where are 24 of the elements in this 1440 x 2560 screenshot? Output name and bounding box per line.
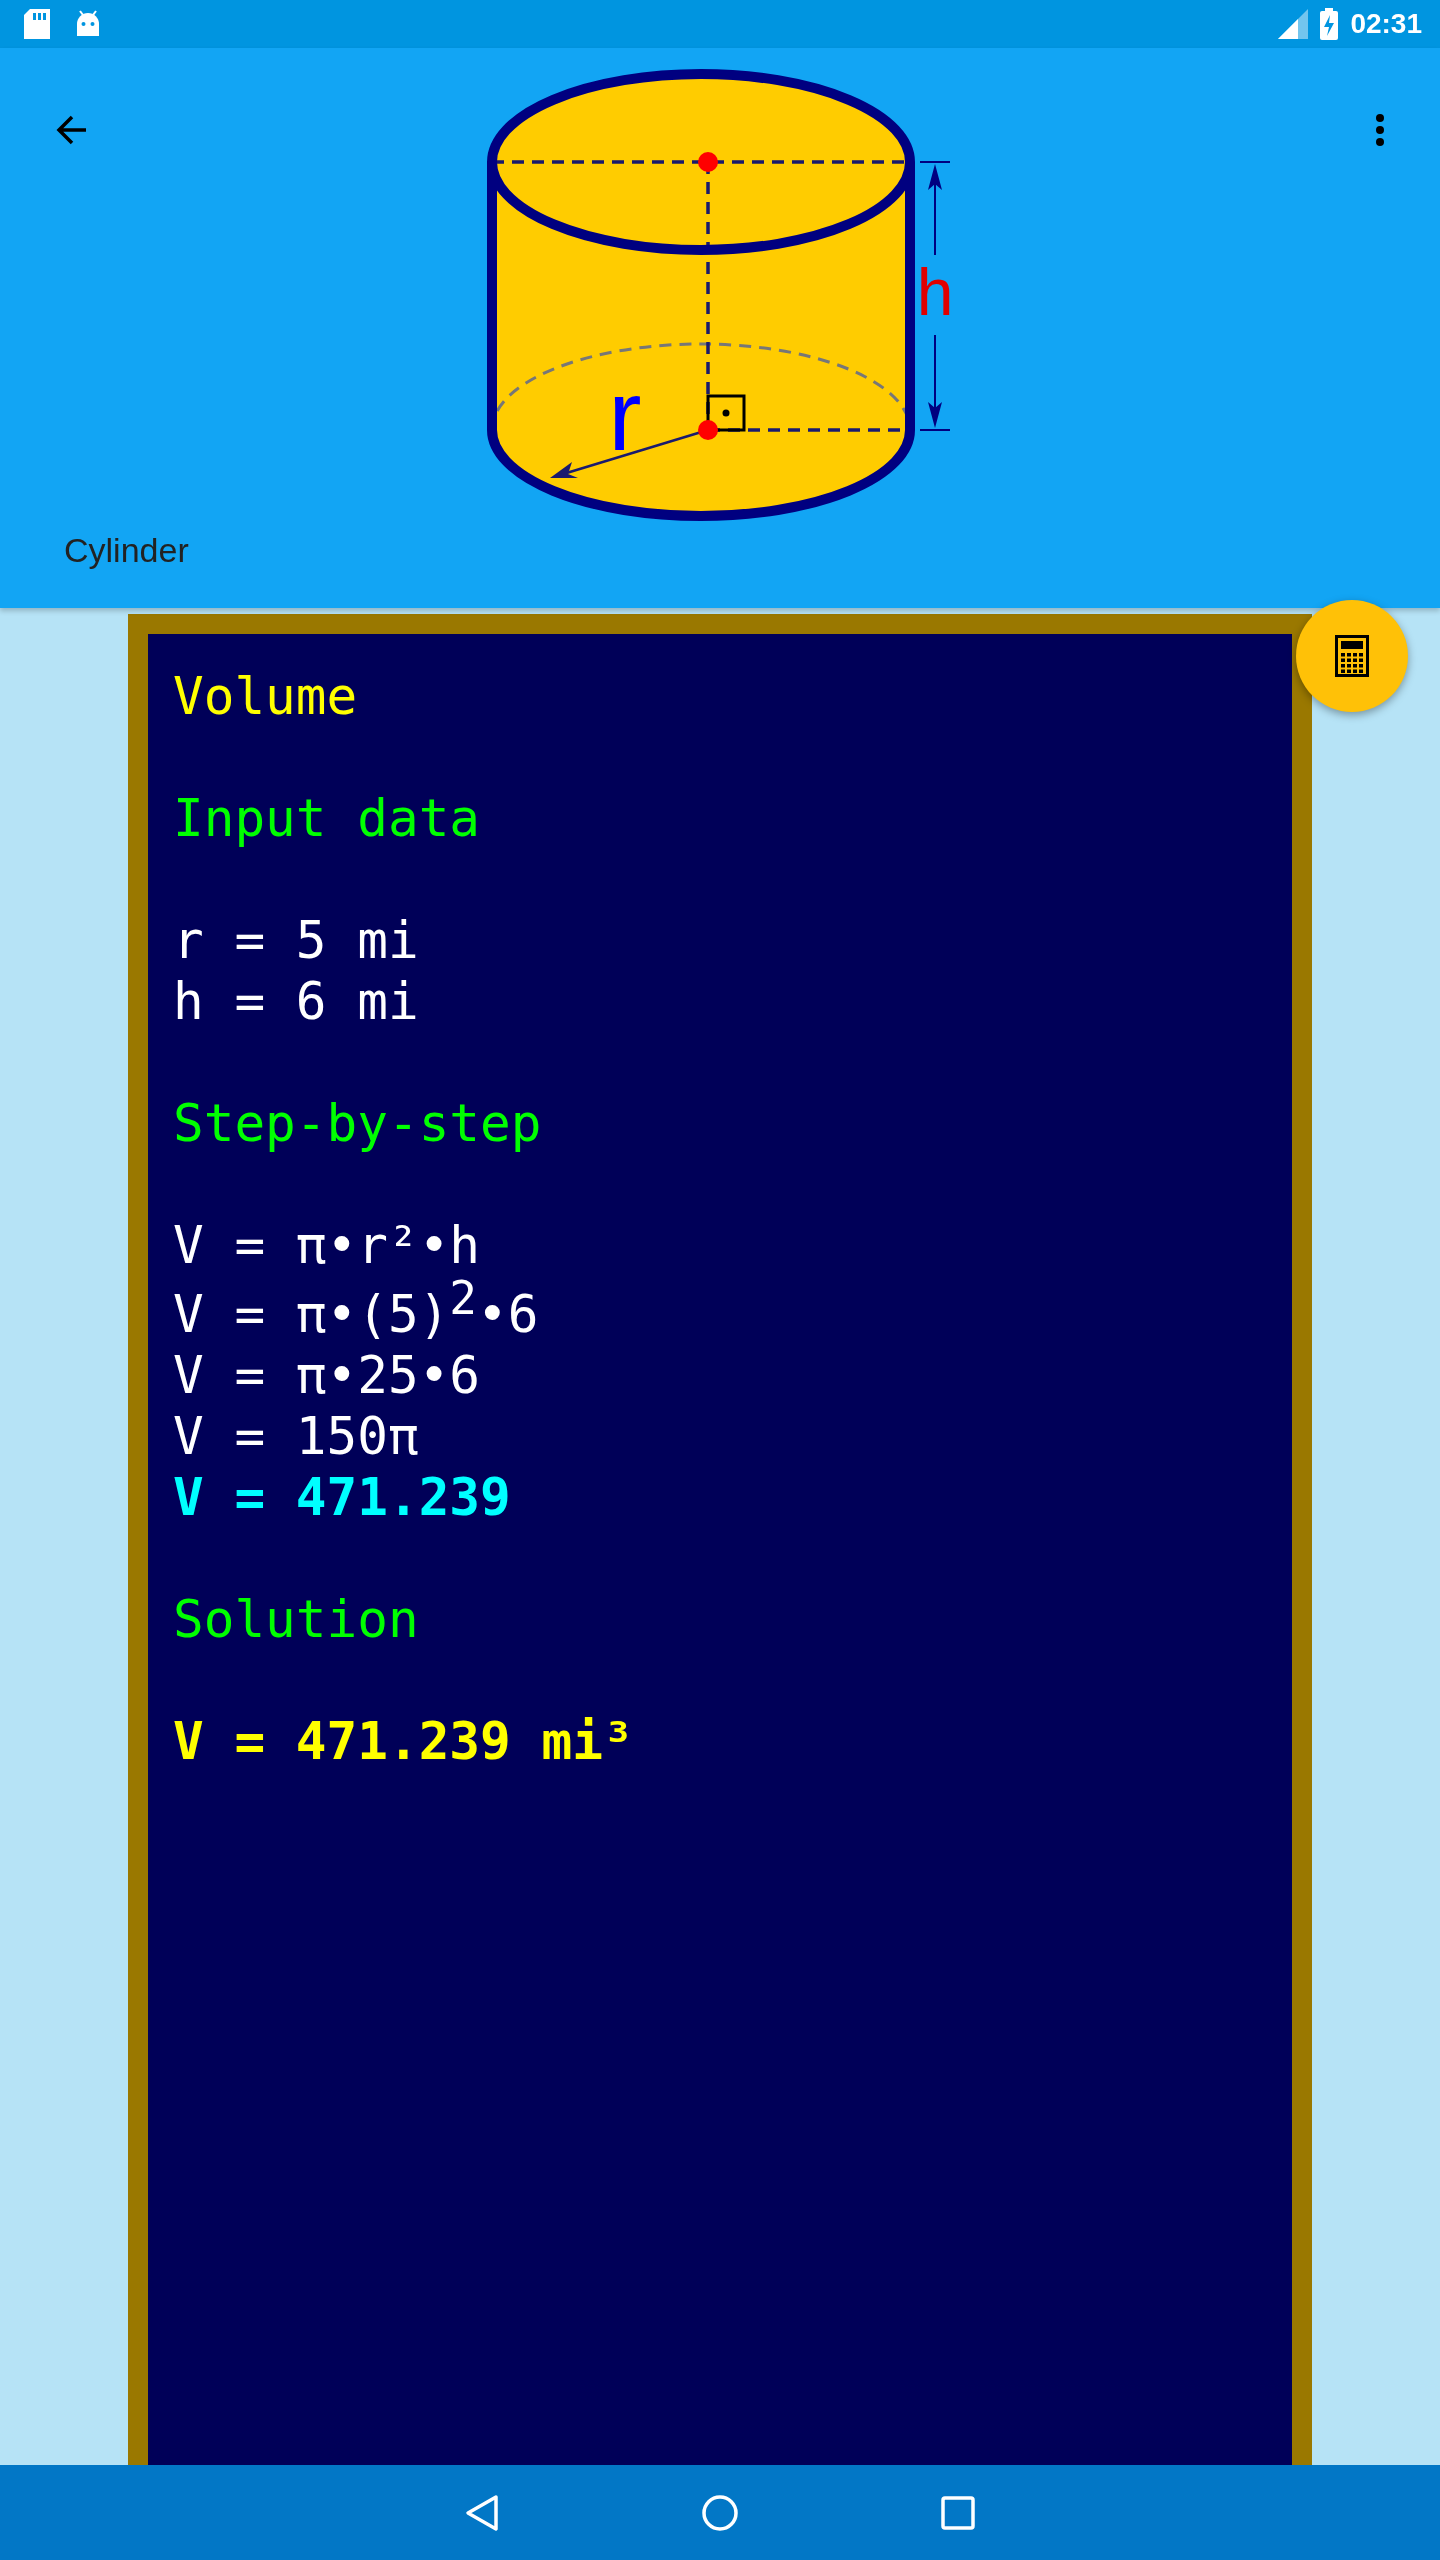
more-vertical-icon [1376,114,1384,146]
formula-line: V = π•r²•h [173,1215,481,1276]
section-heading: Input data [173,788,481,849]
formula-line: h = 6 mi [173,971,419,1032]
formula-line: r = 5 mi [173,910,419,971]
android-icon [74,10,102,38]
recents-nav-button[interactable] [940,2494,976,2531]
formula-line: V = 471.239 [173,1467,511,1529]
formula-line: V = π•(5)$^{2}$•6 [173,1276,539,1346]
status-time: 02:31 [1350,8,1422,40]
battery-charging-icon [1320,8,1339,40]
section-heading: Solution [173,1589,419,1651]
toolbar-title: Cylinder [64,530,189,570]
back-nav-button[interactable] [464,2492,500,2533]
signal-icon [1278,9,1309,39]
calculator-icon [1335,635,1369,677]
formula-line: V = π•25•6 [173,1345,481,1407]
calculator-button[interactable] [1296,600,1408,712]
section-heading: Step-by-step [173,1093,542,1154]
formula-line: V = 471.239 mi³ [173,1711,634,1773]
sd-card-icon [24,9,50,39]
result-title: Volume [173,666,358,727]
home-nav-button[interactable] [700,2492,740,2533]
formula-line: V = 150π [173,1406,419,1468]
